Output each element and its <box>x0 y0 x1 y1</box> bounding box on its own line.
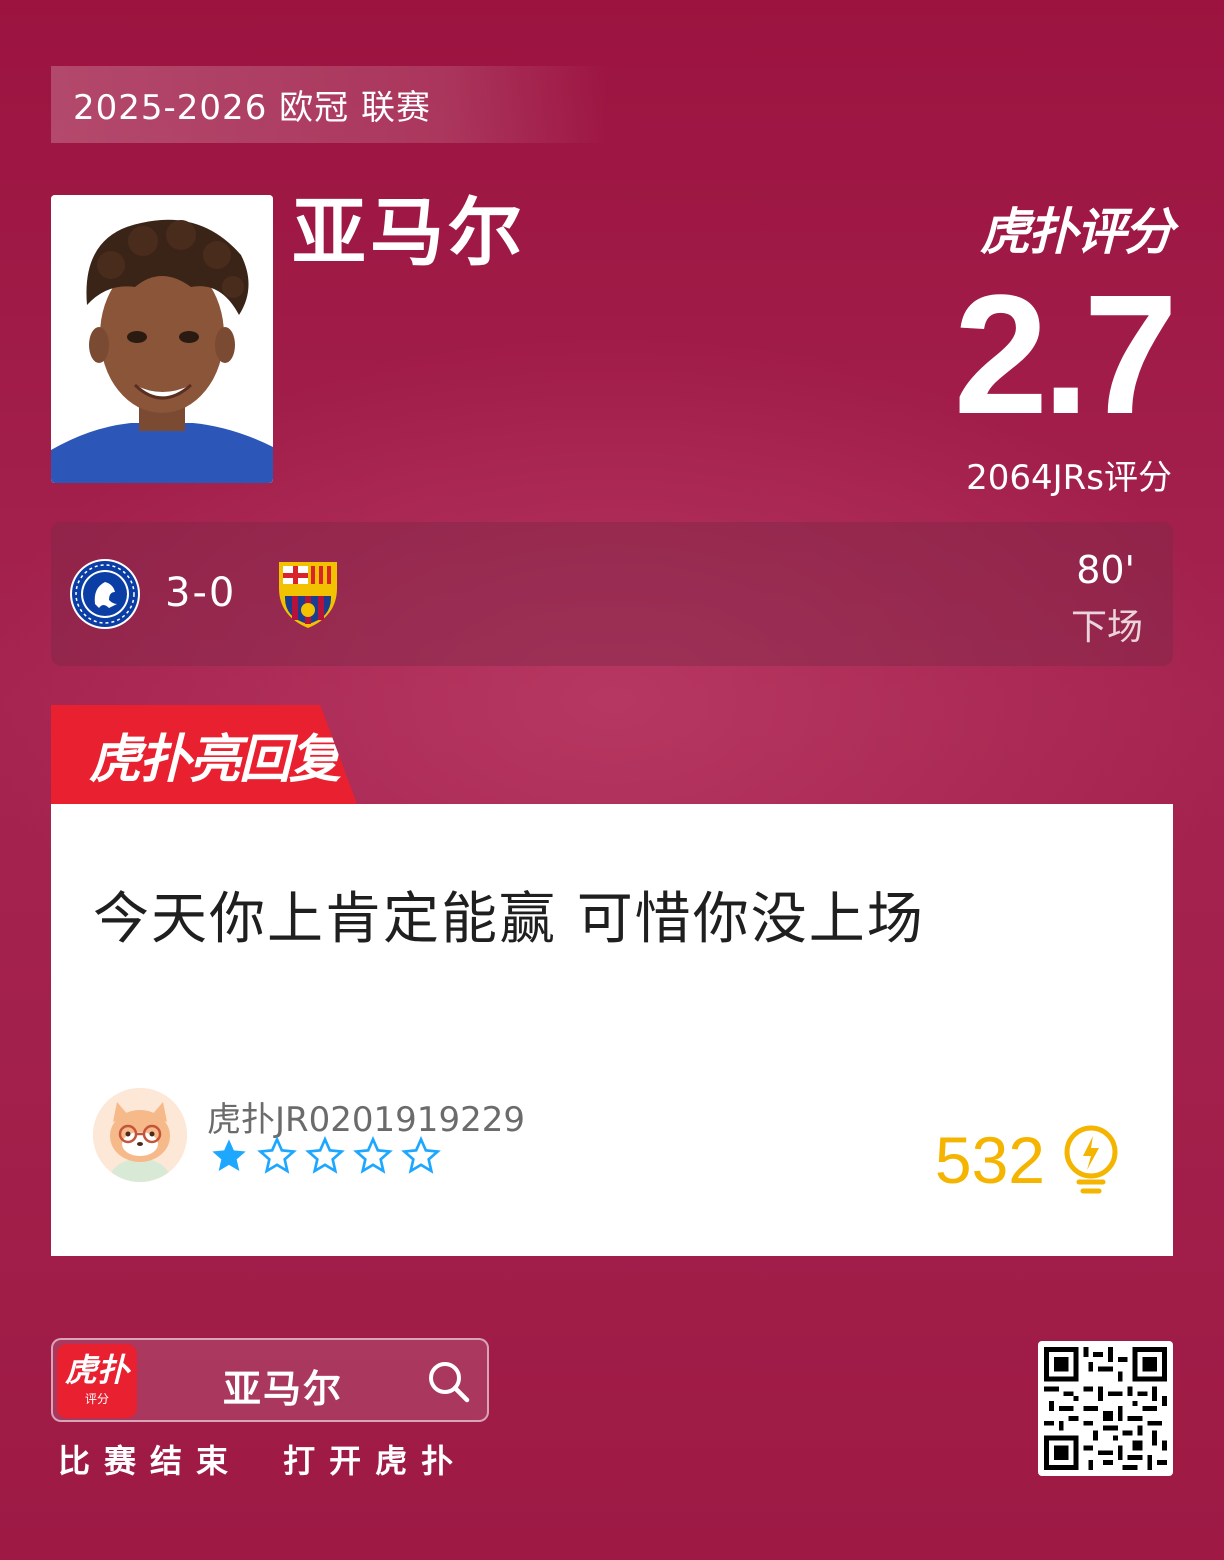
hot-reply-tab-label: 虎扑亮回复 <box>89 730 341 790</box>
season-badge: 2025-2026 欧冠 联赛 <box>51 66 611 143</box>
app-icon-sub: 评分 <box>84 1392 109 1406</box>
qr-code-icon <box>1044 1347 1167 1470</box>
hot-reply-tab: 虎扑亮回复 <box>51 705 357 804</box>
hupu-rating-logo: 虎扑评分 <box>980 192 1174 264</box>
search-term[interactable]: 亚马尔 <box>223 1358 343 1413</box>
light-count: 532 <box>934 1123 1045 1197</box>
player-photo <box>51 195 273 483</box>
match-card[interactable]: 3-0 80' 下场 <box>51 522 1173 666</box>
reply-text: 今天你上肯定能赢 可惜你没上场 <box>93 887 925 952</box>
search-icon[interactable] <box>425 1358 471 1404</box>
chelsea-crest-icon <box>70 559 140 629</box>
star-outline-icon <box>401 1136 441 1174</box>
rating-count: 2064JRs评分 <box>966 458 1172 498</box>
match-score: 3-0 <box>165 570 237 616</box>
open-hupu-cta[interactable]: 比赛结束 打开虎扑 <box>58 1436 467 1482</box>
substitution-minute: 80' <box>1076 548 1135 592</box>
star-outline-icon <box>305 1136 345 1174</box>
hupu-app-icon[interactable]: 虎扑 评分 <box>57 1344 137 1418</box>
star-filled-icon <box>212 1139 246 1171</box>
light-bulb-icon[interactable] <box>1059 1124 1123 1196</box>
rating-score: 2.7 <box>953 260 1178 450</box>
user-level-stars <box>209 1136 441 1176</box>
player-name: 亚马尔 <box>292 190 526 276</box>
qr-code <box>1038 1341 1173 1476</box>
star-outline-icon <box>353 1136 393 1174</box>
reply-username[interactable]: 虎扑JR0201919229 <box>207 1092 525 1141</box>
barcelona-crest-icon <box>279 562 337 628</box>
season-label: 2025-2026 欧冠 联赛 <box>73 88 431 128</box>
player-portrait-image <box>51 195 273 483</box>
app-icon-title: 虎扑 <box>64 1351 129 1389</box>
substitution-status: 下场 <box>1070 607 1143 648</box>
hot-reply-card[interactable]: 今天你上肯定能赢 可惜你没上场 虎扑JR0201919229 532 <box>51 804 1173 1256</box>
hupu-logo-text: 虎扑评分 <box>980 203 1174 261</box>
user-avatar[interactable] <box>93 1088 187 1182</box>
search-bar[interactable]: 虎扑 评分 亚马尔 <box>51 1338 489 1422</box>
cartoon-avatar-icon <box>93 1088 187 1182</box>
star-outline-icon <box>257 1136 297 1174</box>
